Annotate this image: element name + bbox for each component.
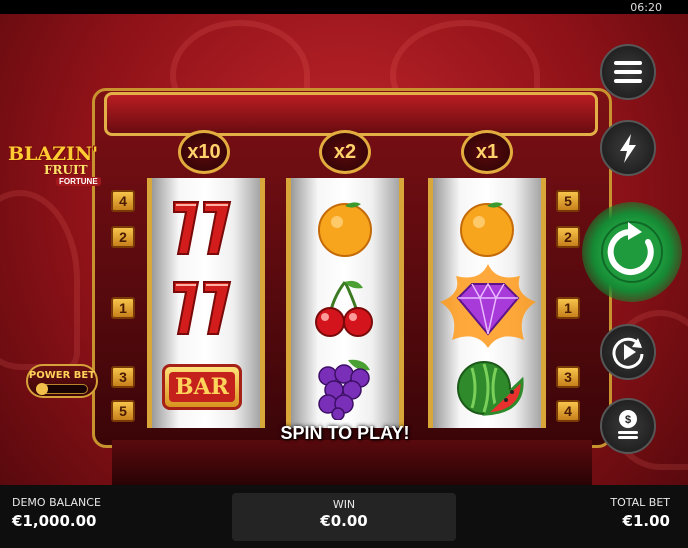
power-bet-knob: [36, 383, 48, 395]
turbo-button[interactable]: [600, 120, 656, 176]
logo-subtitle: FRUIT: [44, 163, 88, 177]
power-bet-toggle[interactable]: POWER BET: [26, 364, 98, 398]
lightning-icon: [620, 134, 636, 163]
power-bet-label: POWER BET: [28, 370, 96, 381]
payline-marker: 4: [111, 190, 135, 212]
logo-tagline: FORTUNE: [56, 177, 101, 186]
total-bet-value: €1.00: [622, 512, 670, 530]
multiplier-reel-1: x10: [178, 130, 230, 174]
total-bet-label: TOTAL BET: [610, 496, 670, 509]
game-stage: x10 x2 x1 BAR 4 2 1 3 5 5 2 1 3 4 BLAZIN…: [0, 0, 688, 548]
payline-marker: 5: [556, 190, 580, 212]
cabinet-base: [112, 440, 592, 485]
payline-marker: 3: [556, 366, 580, 388]
bar-symbol: BAR: [162, 364, 242, 410]
cherry-symbol: [310, 276, 380, 340]
payline-marker: 3: [111, 366, 135, 388]
svg-text:$: $: [625, 414, 631, 426]
bet-button[interactable]: $: [600, 398, 656, 454]
coins-icon: $: [618, 410, 638, 439]
autoplay-button[interactable]: [600, 324, 656, 380]
flame-decoration: [0, 190, 80, 370]
game-logo: BLAZIN' FRUIT FORTUNE: [4, 143, 112, 193]
payline-marker: 4: [556, 400, 580, 422]
clock: 06:20: [630, 1, 662, 14]
win-value: €0.00: [320, 512, 368, 530]
grapes-symbol: [308, 356, 380, 421]
cabinet-crown: [104, 92, 598, 136]
spin-button[interactable]: [582, 202, 682, 302]
spin-icon: [601, 221, 663, 283]
payline-marker: 2: [556, 226, 580, 248]
seven-symbol: [168, 276, 238, 340]
payline-marker: 1: [111, 297, 135, 319]
orange-symbol: [454, 198, 520, 258]
spin-message: SPIN TO PLAY!: [280, 423, 410, 443]
bar-symbol-text: BAR: [169, 372, 235, 402]
watermelon-symbol: [452, 356, 524, 418]
status-bar: 06:20: [0, 0, 688, 14]
balance-value: €1,000.00: [12, 512, 97, 530]
multiplier-reel-3: x1: [461, 130, 513, 174]
balance-label: DEMO BALANCE: [12, 496, 101, 509]
seven-symbol: [168, 196, 238, 260]
logo-title: BLAZIN': [8, 143, 99, 165]
win-label: WIN: [332, 498, 356, 511]
menu-icon: [614, 61, 642, 83]
payline-marker: 2: [111, 226, 135, 248]
orange-symbol: [312, 198, 378, 258]
autoplay-icon: [612, 337, 644, 369]
payline-marker: 5: [111, 400, 135, 422]
multiplier-reel-2: x2: [319, 130, 371, 174]
diamond-symbol: [436, 262, 540, 348]
payline-marker: 1: [556, 297, 580, 319]
menu-button[interactable]: [600, 44, 656, 100]
